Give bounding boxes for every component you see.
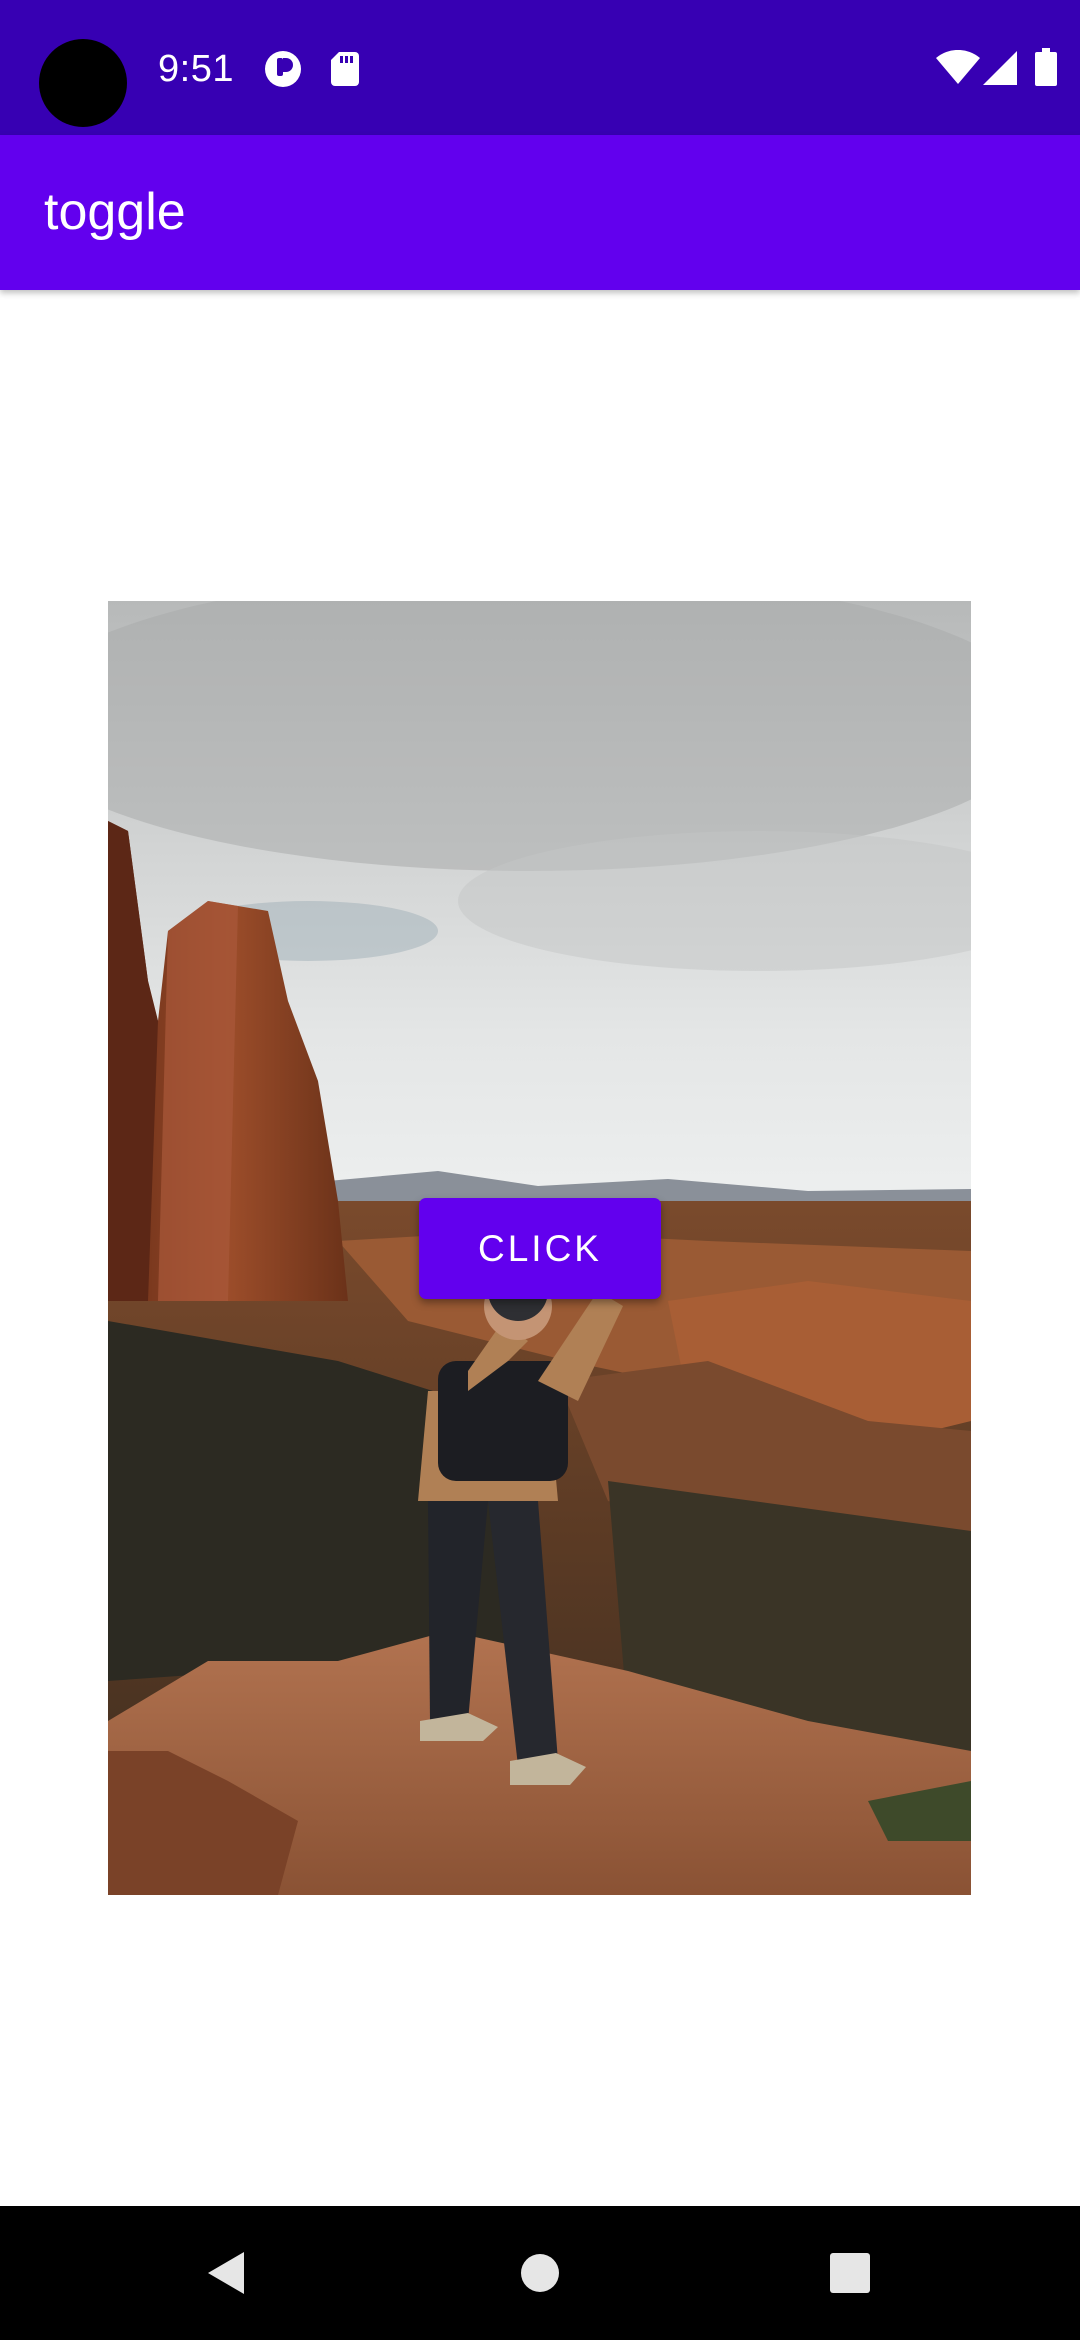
status-bar: 9:51 [0,0,1080,135]
notification-app-icon [264,50,302,88]
app-title: toggle [44,183,186,241]
wifi-icon [936,50,980,84]
navigation-bar [0,2206,1080,2340]
cell-signal-icon [983,51,1017,85]
camera-cutout [39,39,127,127]
sd-card-icon [331,52,359,86]
battery-icon [1035,48,1057,86]
status-time: 9:51 [158,48,234,90]
screen: 9:51 toggle CLICK [0,0,1080,2340]
app-bar: toggle [0,135,1080,290]
recents-icon[interactable] [775,2206,925,2340]
back-icon[interactable] [151,2206,301,2340]
click-button[interactable]: CLICK [419,1198,661,1299]
home-icon[interactable] [465,2206,615,2340]
